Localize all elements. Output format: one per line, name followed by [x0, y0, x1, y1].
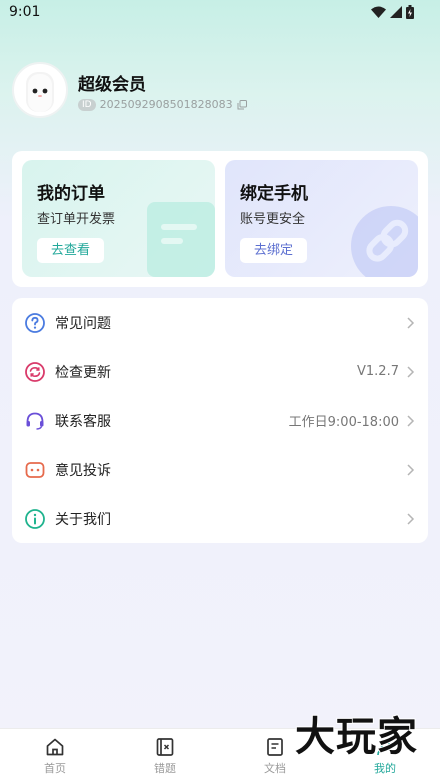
avatar-mascot-icon	[26, 72, 54, 112]
id-badge: ID	[78, 98, 96, 111]
menu-item-complaint[interactable]: 意见投诉	[12, 445, 428, 494]
status-bar: 9:01	[0, 0, 440, 26]
battery-icon	[406, 5, 414, 19]
refresh-icon	[25, 361, 45, 382]
wifi-icon	[371, 6, 386, 18]
menu-label-complaint: 意见投诉	[55, 462, 111, 479]
my-orders-subtitle: 查订单开发票	[37, 212, 116, 227]
quick-actions-panel: 我的订单 查订单开发票 去查看 绑定手机 账号更安全 去绑定	[12, 151, 428, 287]
chevron-right-icon	[407, 316, 415, 329]
chevron-right-icon	[407, 512, 415, 525]
user-id: 2025092908501828083	[99, 98, 233, 111]
tab-label-mine: 我的	[374, 762, 396, 775]
menu-label-faq: 常见问题	[55, 315, 111, 332]
tab-label-home: 首页	[44, 762, 66, 775]
view-orders-button[interactable]: 去查看	[37, 238, 105, 263]
orders-document-icon	[147, 202, 215, 277]
user-name: 超级会员	[78, 75, 146, 95]
chat-bubble-icon	[25, 461, 45, 478]
menu-label-about: 关于我们	[55, 511, 111, 528]
menu-item-faq[interactable]: 常见问题	[12, 298, 428, 347]
menu-item-check-update[interactable]: 检查更新 V1.2.7	[12, 347, 428, 396]
chevron-right-icon	[407, 463, 415, 476]
service-hours: 工作日9:00-18:00	[288, 415, 399, 430]
info-circle-icon	[25, 508, 45, 529]
home-icon	[46, 738, 64, 756]
bind-phone-button[interactable]: 去绑定	[240, 238, 308, 263]
bind-phone-title: 绑定手机	[240, 184, 308, 204]
my-orders-title: 我的订单	[37, 184, 105, 204]
document-icon	[267, 738, 283, 756]
status-icons	[371, 5, 414, 19]
chevron-right-icon	[407, 365, 415, 378]
headset-icon	[26, 412, 44, 430]
tab-mistakes[interactable]: 错题	[110, 729, 220, 782]
question-circle-icon	[25, 312, 45, 333]
my-orders-card[interactable]: 我的订单 查订单开发票 去查看	[22, 160, 215, 277]
menu-item-customer-service[interactable]: 联系客服 工作日9:00-18:00	[12, 396, 428, 445]
avatar[interactable]	[12, 62, 68, 118]
settings-menu: 常见问题 检查更新 V1.2.7 联系客服 工作日9:00-18:00 意见投诉…	[12, 298, 428, 543]
error-book-icon	[156, 738, 174, 756]
menu-item-about[interactable]: 关于我们	[12, 494, 428, 543]
status-time: 9:01	[9, 4, 41, 20]
profile-header: 超级会员 ID 2025092908501828083	[12, 62, 428, 122]
tab-label-documents: 文档	[264, 762, 286, 775]
link-icon	[351, 206, 418, 277]
app-version: V1.2.7	[357, 364, 399, 379]
bind-phone-card[interactable]: 绑定手机 账号更安全 去绑定	[225, 160, 418, 277]
watermark-logo: 大玩家	[294, 713, 418, 761]
tab-label-mistakes: 错题	[154, 762, 176, 775]
bind-phone-subtitle: 账号更安全	[240, 212, 306, 227]
tab-home[interactable]: 首页	[0, 729, 110, 782]
user-id-row: ID 2025092908501828083	[78, 98, 247, 111]
menu-label-check-update: 检查更新	[55, 364, 111, 381]
chevron-right-icon	[407, 414, 415, 427]
copy-icon[interactable]	[237, 99, 247, 110]
cell-signal-icon	[390, 6, 402, 18]
menu-label-customer-service: 联系客服	[55, 413, 111, 430]
